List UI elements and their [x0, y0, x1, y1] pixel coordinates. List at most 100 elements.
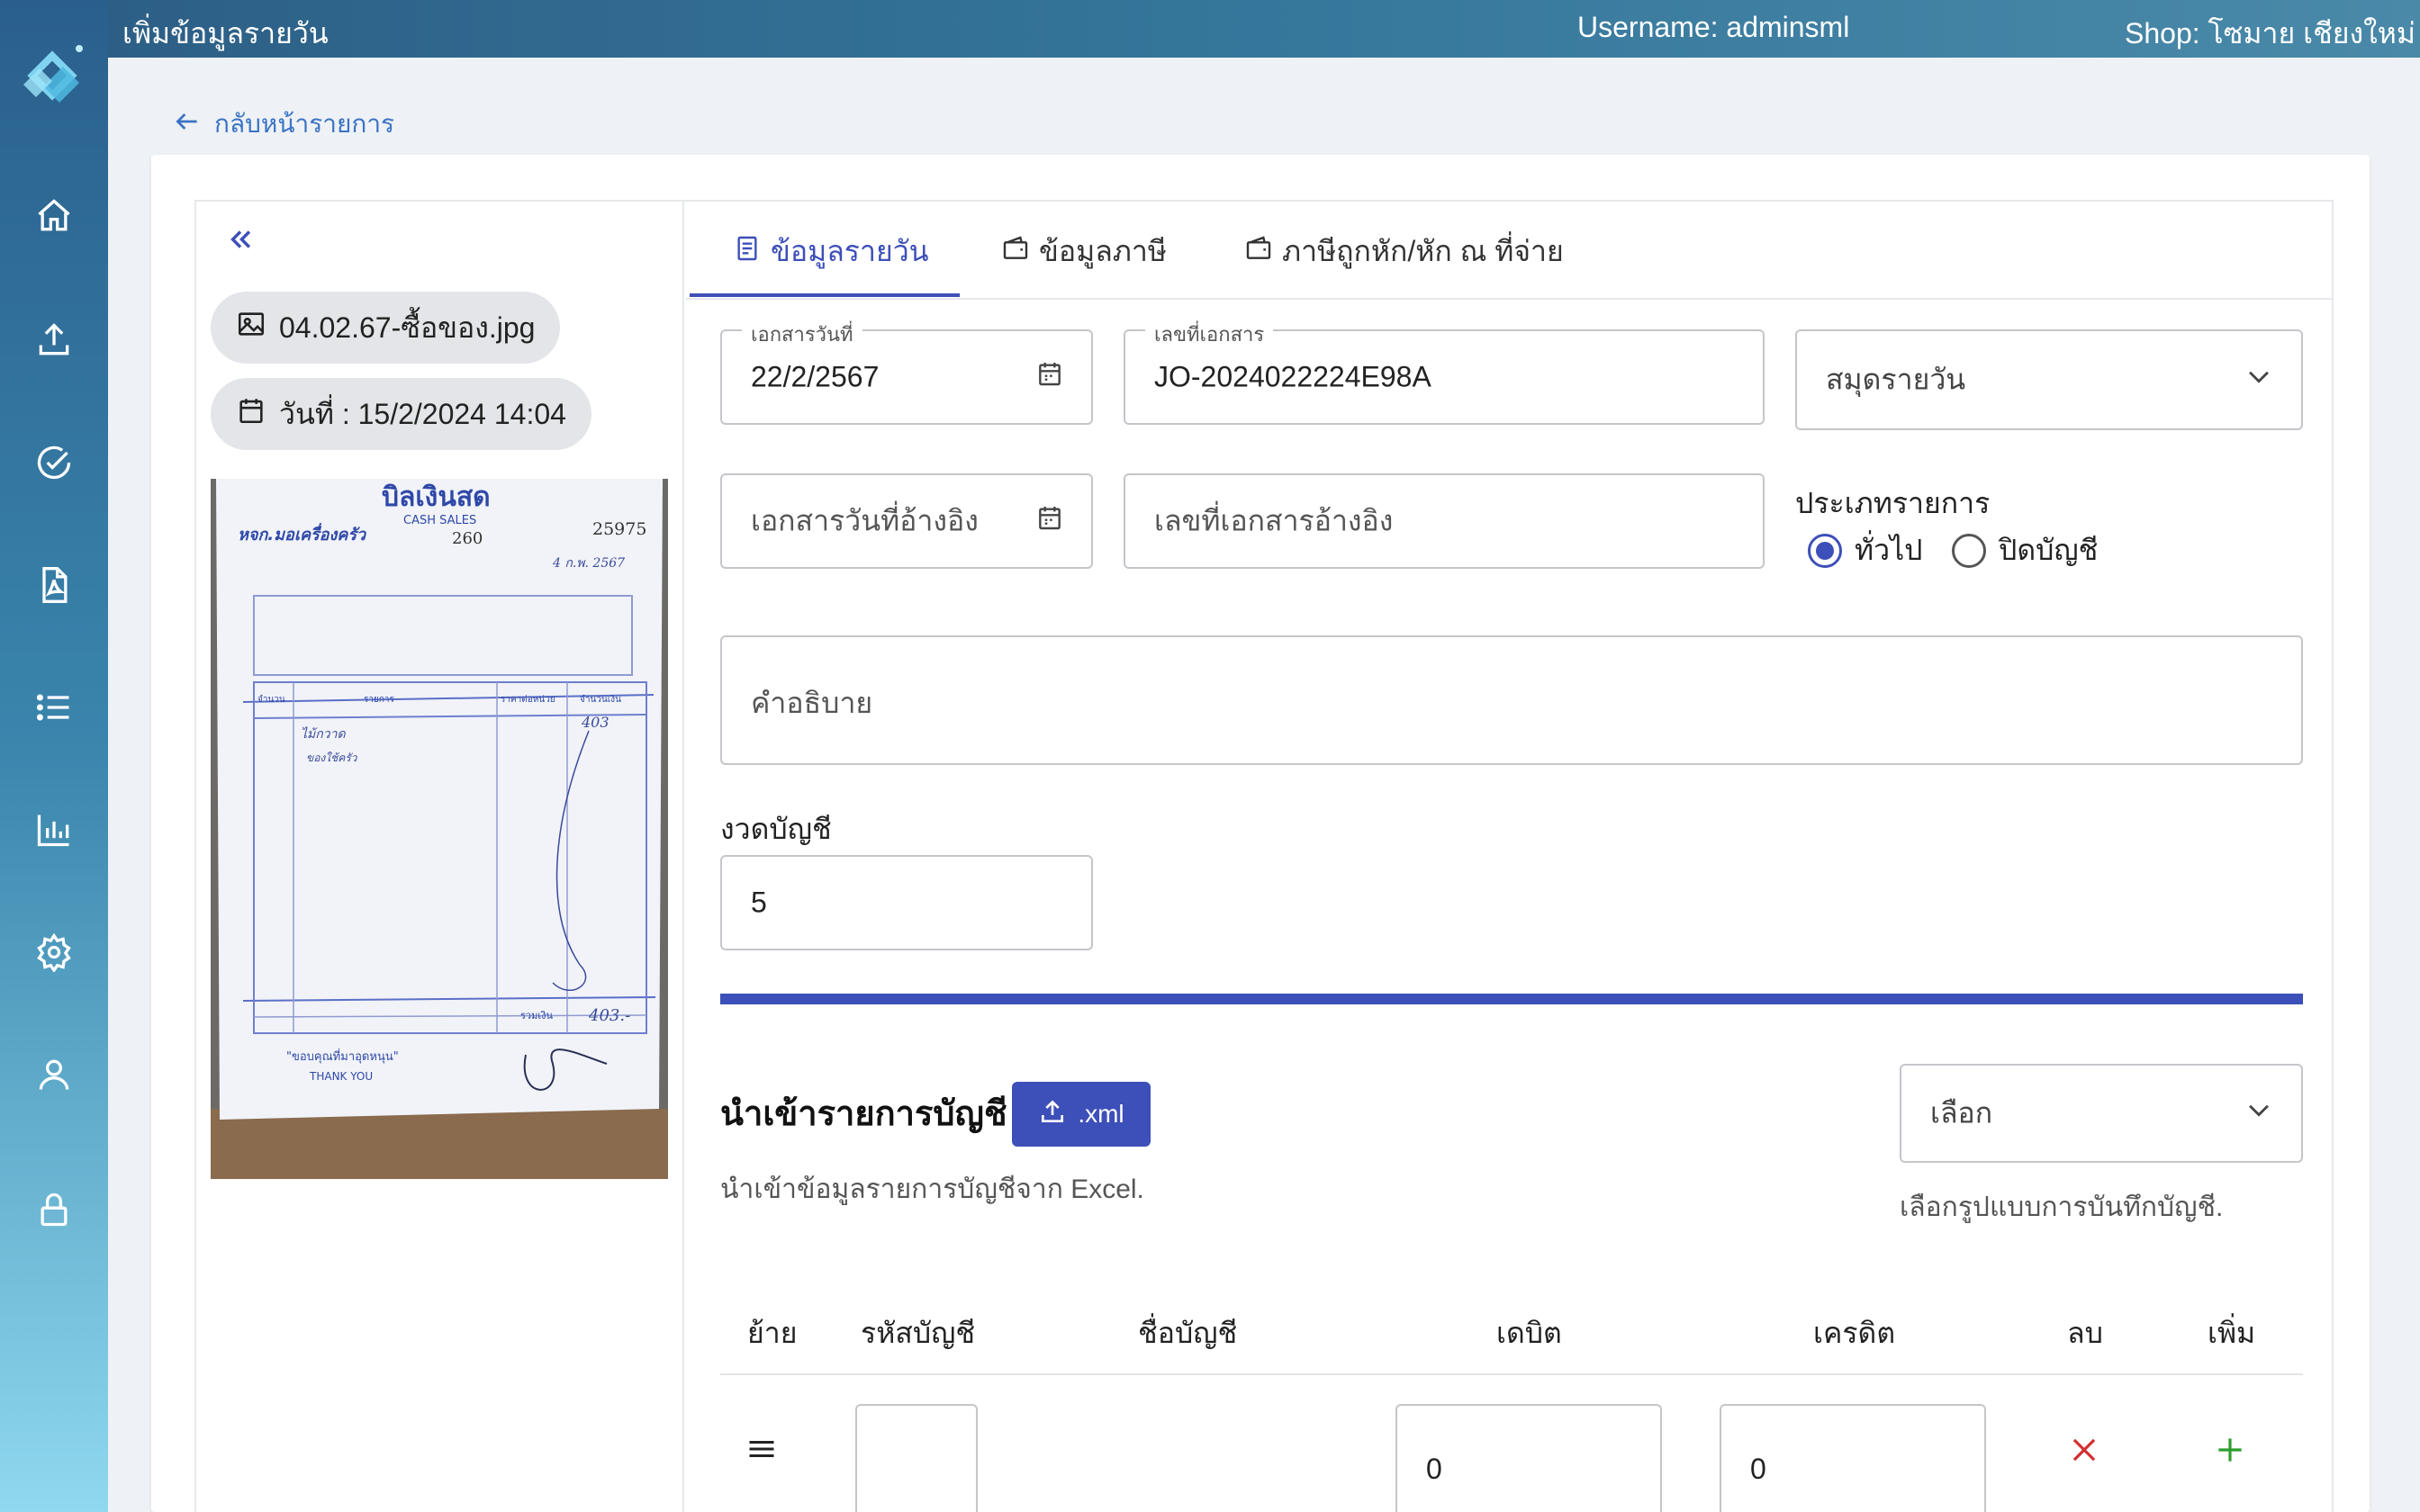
doc-no-field[interactable]: เลขที่เอกสาร JO-2024022224E98A — [1124, 319, 1765, 425]
period-value: 5 — [751, 886, 767, 919]
calendar-icon[interactable] — [1035, 503, 1064, 539]
doc-date-label: เอกสารวันที่ — [742, 319, 862, 350]
tab-divider — [686, 298, 2332, 300]
tab-label: ข้อมูลรายวัน — [771, 235, 929, 267]
radio-checked-icon — [1808, 533, 1842, 568]
format-select[interactable]: เลือก — [1900, 1064, 2303, 1163]
description-placeholder: คำอธิบาย — [751, 687, 873, 719]
period-label: งวดบัญชี — [720, 813, 832, 845]
col-add: เพิ่ม — [2208, 1317, 2256, 1349]
receipt-item-2: ของใช้ครัว — [306, 752, 358, 764]
ref-date-placeholder: เอกสารวันที่อ้างอิง — [751, 504, 979, 537]
shop-label: Shop: โซมาย เชียงใหม่ — [2125, 17, 2415, 50]
format-hint: เลือกรูปแบบการบันทึกบัญชี. — [1900, 1192, 2224, 1222]
type-radio-closing[interactable]: ปิดบัญชี — [1952, 527, 2098, 573]
receipt-col-price: ราคาต่อหน่วย — [501, 695, 555, 705]
period-field[interactable]: 5 — [720, 855, 1093, 950]
tab-withholding-tax[interactable]: ภาษีถูกหัก/หัก ณ ที่จ่าย — [1244, 229, 1564, 274]
ref-no-field[interactable]: เลขที่เอกสารอ้างอิง — [1124, 473, 1765, 569]
receipt-title: บิลเงินสด — [382, 482, 491, 513]
receipt-thank-you: THANK YOU — [309, 1070, 373, 1083]
receipt-image[interactable]: บิลเงินสด CASH SALES หจก.มอเครื่องครัว 2… — [211, 479, 668, 1179]
import-subtitle: นำเข้าข้อมูลรายการบัญชีจาก Excel. — [720, 1174, 1144, 1204]
receipt-amount: 403 — [581, 714, 610, 731]
lock-icon[interactable] — [31, 1186, 77, 1233]
collapse-panel-icon[interactable] — [225, 223, 256, 264]
col-debit: เดบิต — [1496, 1317, 1562, 1349]
radio-label: ทั่วไป — [1855, 534, 1923, 566]
calendar-icon — [236, 395, 266, 433]
doc-date-field[interactable]: เอกสารวันที่ 22/2/2567 — [720, 319, 1093, 425]
section-divider — [720, 994, 2303, 1004]
receipt-item-1: ไม้กวาด — [301, 726, 346, 742]
bar-chart-icon[interactable] — [31, 806, 77, 853]
receipt-subtitle: CASH SALES — [403, 514, 476, 527]
receipt-doc-no: 25975 — [592, 519, 646, 539]
wallet-icon — [1244, 234, 1273, 270]
description-field[interactable]: คำอธิบาย — [720, 635, 2303, 765]
account-code-input[interactable] — [855, 1404, 978, 1512]
tab-tax-info[interactable]: ข้อมูลภาษี — [1001, 229, 1167, 274]
drag-handle-icon[interactable] — [745, 1433, 778, 1470]
debit-input[interactable]: 0 — [1395, 1404, 1662, 1512]
import-title: นำเข้ารายการบัญชี — [720, 1095, 1007, 1133]
chevron-down-icon — [2244, 1094, 2274, 1132]
file-name-chip: 04.02.67-ซื้อของ.jpg — [211, 292, 561, 364]
col-delete: ลบ — [2067, 1317, 2103, 1349]
credit-input[interactable]: 0 — [1720, 1404, 1986, 1512]
table-header-divider — [720, 1373, 2303, 1375]
file-name: 04.02.67-ซื้อของ.jpg — [279, 310, 536, 344]
upload-date: วันที่ : 15/2/2024 14:04 — [279, 397, 566, 430]
debit-value: 0 — [1426, 1453, 1442, 1485]
receipt-book-no: 260 — [452, 529, 483, 548]
tab-daily-info[interactable]: ข้อมูลรายวัน — [733, 229, 929, 274]
upload-icon — [1038, 1097, 1067, 1132]
back-link-label: กลับหน้ารายการ — [214, 110, 395, 138]
tab-label: ข้อมูลภาษี — [1039, 235, 1167, 267]
add-row-icon[interactable] — [2213, 1433, 2247, 1472]
username-label: Username: adminsml — [1577, 11, 1850, 43]
list-icon[interactable] — [31, 684, 77, 731]
gear-icon[interactable] — [31, 929, 77, 976]
calendar-icon[interactable] — [1035, 359, 1064, 395]
user-icon[interactable] — [31, 1051, 77, 1098]
radio-unchecked-icon — [1952, 533, 1986, 568]
receipt-date: 4 ก.พ. 2567 — [552, 556, 625, 571]
wallet-icon — [1001, 234, 1030, 270]
col-move: ย้าย — [747, 1317, 798, 1349]
type-radio-general[interactable]: ทั่วไป — [1808, 527, 1922, 573]
doc-date-value: 22/2/2567 — [751, 360, 880, 393]
format-select-value: เลือก — [1930, 1096, 1993, 1130]
receipt-total-label: รวมเงิน — [520, 1010, 553, 1022]
col-account-code: รหัสบัญชี — [861, 1317, 976, 1349]
chevron-down-icon — [2244, 361, 2274, 399]
doc-no-label: เลขที่เอกสาร — [1145, 319, 1274, 350]
delete-row-icon[interactable] — [2067, 1433, 2101, 1472]
receipt-thanks: "ขอบคุณที่มาอุดหนุน" — [286, 1048, 399, 1064]
active-tab-indicator — [690, 293, 960, 297]
type-label: ประเภทรายการ — [1795, 487, 1991, 519]
upload-icon[interactable] — [31, 317, 77, 364]
receipt-total: 403.- — [588, 1006, 630, 1025]
pdf-file-icon[interactable] — [31, 562, 77, 608]
col-credit: เครดิต — [1813, 1317, 1896, 1349]
home-icon[interactable] — [31, 193, 77, 239]
ref-date-field[interactable]: เอกสารวันที่อ้างอิง — [720, 473, 1093, 569]
check-circle-icon[interactable] — [31, 439, 77, 486]
ref-no-placeholder: เลขที่เอกสารอ้างอิง — [1154, 504, 1394, 537]
back-link[interactable]: กลับหน้ารายการ — [173, 104, 394, 144]
image-icon — [236, 309, 266, 346]
document-icon — [733, 234, 762, 270]
receipt-col-desc: รายการ — [364, 695, 395, 705]
journal-select[interactable]: สมุดรายวัน — [1795, 329, 2303, 430]
app-logo[interactable] — [16, 40, 88, 115]
upload-date-chip: วันที่ : 15/2/2024 14:04 — [211, 378, 591, 450]
radio-label: ปิดบัญชี — [1999, 534, 2099, 566]
arrow-left-icon — [173, 107, 202, 142]
credit-value: 0 — [1750, 1453, 1766, 1485]
tab-label: ภาษีถูกหัก/หัก ณ ที่จ่าย — [1282, 235, 1564, 267]
topbar: เพิ่มข้อมูลรายวัน Username: adminsml Sho… — [108, 0, 2420, 58]
journal-select-value: สมุดรายวัน — [1826, 363, 1966, 396]
col-account-name: ชื่อบัญชี — [1138, 1317, 1238, 1349]
import-xml-button[interactable]: .xml — [1012, 1082, 1151, 1147]
